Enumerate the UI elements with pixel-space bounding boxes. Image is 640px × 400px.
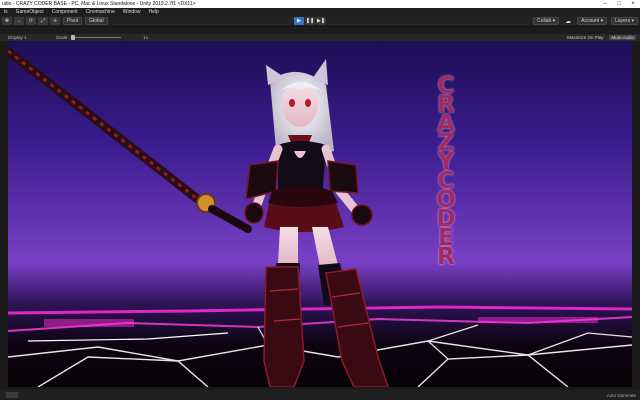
- window-controls: – □ ×: [598, 0, 640, 8]
- mute-audio-toggle[interactable]: Mute Audio: [609, 35, 636, 40]
- menu-help[interactable]: Help: [145, 9, 163, 15]
- scene-render: [8, 46, 632, 387]
- menu-cinemachine[interactable]: Cinemachine: [82, 9, 119, 15]
- main-toolbar: ✥ ↔ ⟳ ⤢ ✛ Pivot Global ▶ ❚❚ ▶❚ Collab ▾ …: [0, 16, 640, 27]
- pause-button[interactable]: ❚❚: [305, 17, 315, 25]
- minimize-button[interactable]: –: [598, 0, 612, 8]
- menu-assets[interactable]: ls: [0, 9, 12, 15]
- menu-bar: ls GameObject Component Cinemachine Wind…: [0, 8, 640, 16]
- game-view-options: Maximize On Play Mute Audio: [561, 34, 636, 41]
- collab-dropdown[interactable]: Collab ▾: [533, 17, 560, 25]
- step-button[interactable]: ▶❚: [316, 17, 326, 25]
- menu-window[interactable]: Window: [119, 9, 145, 15]
- game-viewport[interactable]: C R A Z Y C O D E R: [8, 41, 632, 387]
- toolbar-right: Collab ▾ ☁ Account ▾ Layers ▾: [529, 17, 638, 25]
- play-button[interactable]: ▶: [294, 17, 304, 25]
- neon-floor: [8, 305, 632, 387]
- crazy-coder-vertical-text: C R A Z Y C O D E R: [434, 75, 458, 270]
- translate-tool-icon[interactable]: ↔: [14, 17, 24, 25]
- status-bar: Auto Generate: [0, 390, 640, 400]
- transform-tool-icon[interactable]: ✛: [50, 17, 60, 25]
- scale-label: Scale: [56, 35, 68, 40]
- maximize-on-play-toggle[interactable]: Maximize On Play: [567, 35, 603, 40]
- window-titlebar: udio - CRAZY CODER BASE - PC, Mac & Linu…: [0, 0, 640, 8]
- move-tool-icon[interactable]: ✥: [2, 17, 12, 25]
- scale-slider-thumb[interactable]: [71, 35, 76, 40]
- cloud-icon[interactable]: ☁: [563, 17, 573, 25]
- menu-gameobject[interactable]: GameObject: [12, 9, 48, 15]
- play-controls: ▶ ❚❚ ▶❚: [294, 17, 327, 25]
- account-dropdown[interactable]: Account ▾: [577, 17, 608, 25]
- window-title: udio - CRAZY CODER BASE - PC, Mac & Linu…: [2, 1, 196, 7]
- close-button[interactable]: ×: [626, 0, 640, 8]
- scale-slider[interactable]: [71, 35, 122, 40]
- global-toggle[interactable]: Global: [85, 17, 108, 25]
- game-view-toolbar: Display 1 Scale 1x Maximize On Play Mute…: [0, 34, 640, 41]
- display-dropdown[interactable]: Display 1: [8, 35, 27, 40]
- scale-value: 1x: [143, 35, 149, 40]
- scale-tool-icon[interactable]: ⤢: [38, 17, 48, 25]
- console-tab[interactable]: [6, 392, 18, 398]
- letter-r2: R: [437, 244, 455, 270]
- rotate-tool-icon[interactable]: ⟳: [26, 17, 36, 25]
- auto-generate-label: Auto Generate: [606, 392, 636, 398]
- maximize-button[interactable]: □: [612, 0, 626, 8]
- katana: [8, 46, 252, 233]
- anime-character: [244, 59, 389, 387]
- layers-dropdown[interactable]: Layers ▾: [611, 17, 638, 25]
- pivot-toggle[interactable]: Pivot: [63, 17, 83, 25]
- menu-component[interactable]: Component: [48, 9, 82, 15]
- scale-control: Scale 1x: [56, 34, 148, 41]
